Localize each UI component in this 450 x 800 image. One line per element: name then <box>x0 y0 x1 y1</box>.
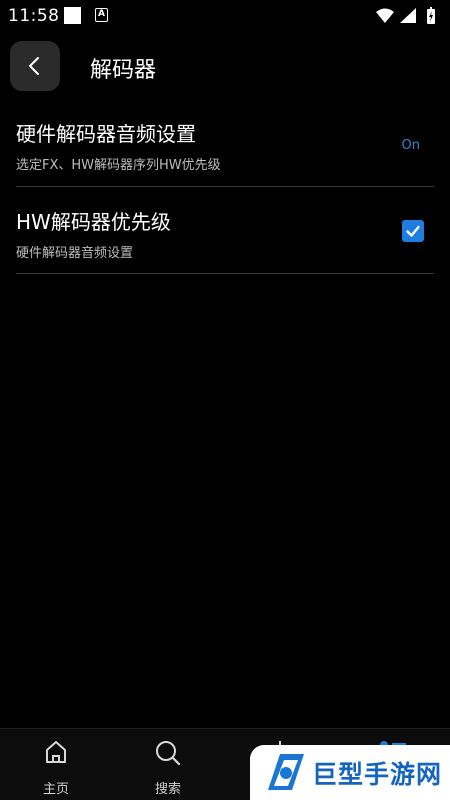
home-icon <box>46 741 66 763</box>
wifi-icon <box>376 8 394 23</box>
nav-label-search: 搜索 <box>154 782 181 797</box>
setting-subtitle: 硬件解码器音频设置 <box>16 246 134 261</box>
setting-value[interactable]: On <box>402 138 420 153</box>
signal-icon <box>400 8 416 23</box>
battery-charging-icon <box>427 7 435 24</box>
status-time: 11:58 <box>8 6 60 26</box>
status-bar: 11:58 A <box>0 0 450 32</box>
white-square-icon <box>64 7 81 24</box>
page-title: 解码器 <box>90 58 157 83</box>
screen: 11:58 A 解码器 硬件解码器音频设置 选定FX、HW解码器序列HW优先级 … <box>0 0 450 800</box>
system-icons <box>374 6 444 26</box>
setting-title: 硬件解码器音频设置 <box>16 122 196 146</box>
nav-item-home[interactable]: 主页 <box>0 729 112 800</box>
watermark-logo-icon <box>268 753 304 790</box>
setting-hw-decoder-audio[interactable]: 硬件解码器音频设置 选定FX、HW解码器序列HW优先级 On <box>16 108 434 187</box>
chevron-left-icon <box>29 57 39 75</box>
a-box-icon: A <box>95 8 108 22</box>
setting-title: HW解码器优先级 <box>16 210 171 234</box>
search-icon <box>156 741 181 766</box>
setting-hw-decoder-priority[interactable]: HW解码器优先级 硬件解码器音频设置 <box>16 196 434 274</box>
nav-label-home: 主页 <box>42 782 69 797</box>
nav-item-search[interactable]: 搜索 <box>112 729 224 800</box>
watermark-text: 巨型手游网 <box>312 759 443 789</box>
setting-subtitle: 选定FX、HW解码器序列HW优先级 <box>16 158 221 173</box>
back-button[interactable] <box>10 41 60 91</box>
checkmark-icon <box>406 225 420 237</box>
system-status-icons <box>376 7 435 24</box>
priority-checkbox[interactable] <box>402 220 424 242</box>
watermark-badge: 巨型手游网 <box>250 745 450 800</box>
